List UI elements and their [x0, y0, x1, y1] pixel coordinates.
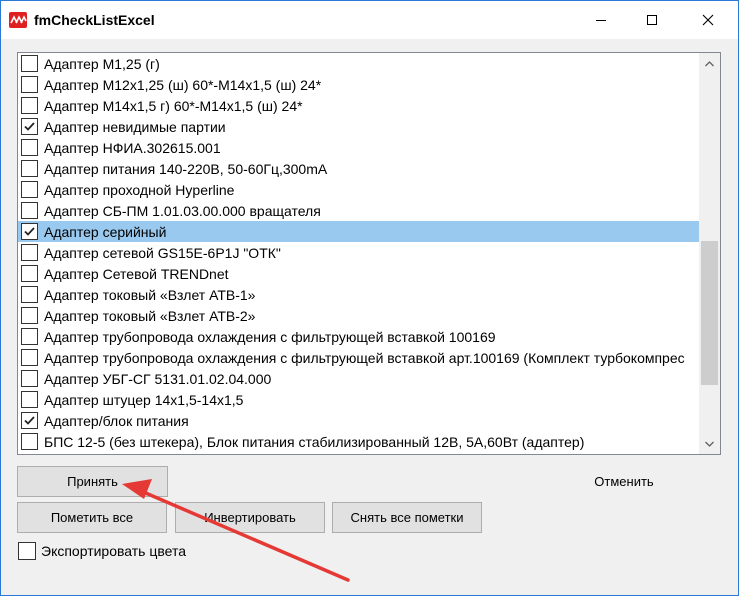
close-button[interactable] [685, 1, 731, 39]
item-label: Адаптер/блок питания [44, 412, 189, 429]
checklist-item[interactable]: Адаптер М14х1,5 г) 60*-М14х1,5 (ш) 24* [18, 95, 699, 116]
item-label: Адаптер Сетевой TRENDnet [44, 265, 229, 282]
item-label: Адаптер М14х1,5 г) 60*-М14х1,5 (ш) 24* [44, 97, 303, 114]
item-checkbox[interactable] [21, 433, 38, 450]
checklist-item[interactable]: Адаптер сетевой GS15E-6P1J "ОТК" [18, 242, 699, 263]
checklist-item[interactable]: Адаптер токовый «Взлет АТВ-1» [18, 284, 699, 305]
item-checkbox[interactable] [21, 328, 38, 345]
checklist-item[interactable]: Адаптер М1,25 (г) [18, 53, 699, 74]
maximize-icon [647, 15, 657, 25]
item-label: Адаптер трубопровода охлаждения с фильтр… [44, 349, 685, 366]
checklist-item[interactable]: Адаптер невидимые партии [18, 116, 699, 137]
unmark-all-button[interactable]: Снять все пометки [332, 502, 482, 533]
window-title: fmCheckListExcel [34, 12, 155, 28]
item-label: Адаптер проходной Hyperline [44, 181, 235, 198]
minimize-icon [596, 20, 606, 21]
item-checkbox[interactable] [21, 286, 38, 303]
item-checkbox[interactable] [21, 307, 38, 324]
item-checkbox[interactable] [21, 391, 38, 408]
item-label: Адаптер токовый «Взлет АТВ-1» [44, 286, 256, 303]
dialog-window: fmCheckListExcel Адаптер М1,25 (г) Адапте… [0, 0, 739, 596]
item-label: Адаптер М12х1,25 (ш) 60*-М14х1,5 (ш) 24* [44, 76, 322, 93]
item-checkbox[interactable] [21, 412, 38, 429]
item-label: Адаптер трубопровода охлаждения с фильтр… [44, 328, 496, 345]
minimize-button[interactable] [578, 1, 624, 39]
item-label: Адаптер токовый «Взлет АТВ-2» [44, 307, 256, 324]
item-checkbox[interactable] [21, 349, 38, 366]
chevron-up-icon [705, 60, 714, 66]
item-checkbox[interactable] [21, 370, 38, 387]
checklist-item[interactable]: Адаптер проходной Hyperline [18, 179, 699, 200]
scroll-down-button[interactable] [699, 433, 720, 454]
item-label: Адаптер штуцер 14х1,5-14х1,5 [44, 391, 244, 408]
item-checkbox[interactable] [21, 223, 38, 240]
checkmark-icon [24, 227, 35, 236]
accept-button[interactable]: Принять [17, 466, 168, 497]
vertical-scrollbar[interactable] [699, 53, 720, 454]
close-icon [702, 14, 714, 26]
export-colors-label: Экспортировать цвета [41, 543, 187, 559]
invert-button[interactable]: Инвертировать [175, 502, 325, 533]
item-label: БПС 12-5 (без штекера), Блок питания ста… [44, 433, 585, 450]
item-checkbox[interactable] [21, 76, 38, 93]
item-checkbox[interactable] [21, 55, 38, 72]
mark-all-button[interactable]: Пометить все [17, 502, 167, 533]
checklist-item[interactable]: Адаптер серийный [18, 221, 699, 242]
export-colors-option[interactable]: Экспортировать цвета [18, 541, 186, 561]
item-label: Адаптер серийный [44, 223, 167, 240]
scroll-up-button[interactable] [699, 53, 720, 74]
checklist-item[interactable]: Адаптер трубопровода охлаждения с фильтр… [18, 326, 699, 347]
scroll-thumb[interactable] [701, 241, 718, 385]
checkmark-icon [24, 416, 35, 425]
item-checkbox[interactable] [21, 244, 38, 261]
item-checkbox[interactable] [21, 97, 38, 114]
title-bar[interactable]: fmCheckListExcel [1, 1, 738, 39]
checkmark-icon [24, 122, 35, 131]
item-label: Адаптер невидимые партии [44, 118, 226, 135]
checklist-item[interactable]: Адаптер штуцер 14х1,5-14х1,5 [18, 389, 699, 410]
export-colors-checkbox[interactable] [18, 542, 36, 560]
item-label: Адаптер НФИА.302615.001 [44, 139, 221, 156]
item-checkbox[interactable] [21, 265, 38, 282]
cancel-button[interactable]: Отменить [560, 466, 688, 497]
checklist-item[interactable]: Адаптер трубопровода охлаждения с фильтр… [18, 347, 699, 368]
item-label: Адаптер УБГ-СГ 5131.01.02.04.000 [44, 370, 272, 387]
checklist-item[interactable]: Адаптер токовый «Взлет АТВ-2» [18, 305, 699, 326]
chevron-down-icon [705, 441, 714, 447]
item-checkbox[interactable] [21, 139, 38, 156]
checklist-item[interactable]: Адаптер Сетевой TRENDnet [18, 263, 699, 284]
item-checkbox[interactable] [21, 202, 38, 219]
item-checkbox[interactable] [21, 181, 38, 198]
item-label: Адаптер СБ-ПМ 1.01.03.00.000 вращателя [44, 202, 321, 219]
checklist-item[interactable]: Адаптер НФИА.302615.001 [18, 137, 699, 158]
item-checkbox[interactable] [21, 118, 38, 135]
checklist-item[interactable]: БПС 12-5 (без штекера), Блок питания ста… [18, 431, 699, 452]
item-label: Адаптер питания 140-220В, 50-60Гц,300mA [44, 160, 328, 177]
checklist-item[interactable]: Адаптер СБ-ПМ 1.01.03.00.000 вращателя [18, 200, 699, 221]
checklist-items: Адаптер М1,25 (г) Адаптер М12х1,25 (ш) 60… [18, 53, 699, 452]
item-label: Адаптер сетевой GS15E-6P1J "ОТК" [44, 244, 281, 261]
app-logo-icon [9, 12, 27, 28]
checklist-item[interactable]: Адаптер питания 140-220В, 50-60Гц,300mA [18, 158, 699, 179]
checklist-item[interactable]: Адаптер М12х1,25 (ш) 60*-М14х1,5 (ш) 24* [18, 74, 699, 95]
item-label: Адаптер М1,25 (г) [44, 55, 160, 72]
checklist-item[interactable]: Адаптер/блок питания [18, 410, 699, 431]
maximize-button[interactable] [629, 1, 675, 39]
item-checkbox[interactable] [21, 160, 38, 177]
checklist-item[interactable]: Адаптер УБГ-СГ 5131.01.02.04.000 [18, 368, 699, 389]
checklist-box[interactable]: Адаптер М1,25 (г) Адаптер М12х1,25 (ш) 60… [17, 52, 721, 455]
